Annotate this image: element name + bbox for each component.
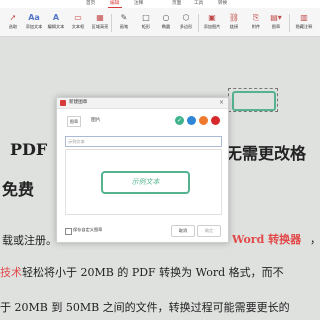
link-button[interactable]: ⛓ 链接 — [222, 10, 246, 34]
textbox-icon: ▭ — [74, 13, 82, 22]
area-highlight-button[interactable]: ▦ 区域高亮 — [88, 10, 112, 34]
area-highlight-label: 区域高亮 — [91, 24, 109, 29]
menu-bar: 首页 编辑 注释 页面 工具 转换 — [0, 0, 320, 8]
add-text-button[interactable]: Aa 添加文本 — [22, 10, 46, 34]
doc-line1-right: 无需更改格 — [226, 144, 307, 163]
stamp-preview-area: 示例文本 — [65, 149, 222, 215]
color-red-swatch[interactable] — [211, 116, 220, 125]
doc-line3-left: 载或注册。 — [2, 234, 57, 247]
add-text-label: 添加文本 — [25, 24, 43, 29]
stamp-button[interactable]: ▤▾ 图章 — [264, 10, 288, 34]
add-image-button[interactable]: ▣ 添加图片 — [200, 10, 224, 34]
close-icon[interactable]: × — [219, 99, 224, 107]
cursor-icon: ➚ — [9, 13, 17, 22]
menu-home[interactable]: 首页 — [86, 1, 95, 7]
stamp-preview: 示例文本 — [101, 171, 190, 194]
pencil-icon: ✎ — [120, 13, 128, 22]
polygon-label: 多边形 — [179, 24, 193, 29]
doc-line1-left: PDF — [10, 140, 48, 159]
toolbar-separator — [289, 14, 290, 32]
menu-convert[interactable]: 转换 — [218, 1, 227, 7]
doc-line4: 轻松将小于 20MB 的 PDF 转换为 Word 格式，而不 — [22, 266, 284, 279]
pencil-button[interactable]: ✎ 画笔 — [112, 10, 136, 34]
rectangle-icon: □ — [142, 13, 150, 22]
doc-line4-highlight: 技术 — [0, 266, 22, 279]
color-orange-swatch[interactable] — [199, 116, 208, 125]
pencil-label: 画笔 — [119, 24, 129, 29]
area-highlight-icon: ▦ — [96, 13, 104, 22]
toolbar: ➚ 选取 Aa 添加文本 A 编辑文本 ▭ 文本框 ▦ 区域高亮 ✎ 画笔 □ … — [0, 8, 320, 37]
color-blue-swatch[interactable] — [187, 116, 196, 125]
hide-annotations-button[interactable]: ▥ 隐藏注释 — [292, 10, 316, 34]
menu-tools[interactable]: 工具 — [194, 1, 203, 7]
textbox-button[interactable]: ▭ 文本框 — [66, 10, 90, 34]
placed-stamp[interactable] — [232, 91, 276, 111]
link-label: 链接 — [229, 24, 239, 29]
stamp-type-icon[interactable]: 图章 — [67, 116, 81, 127]
add-text-icon: Aa — [28, 13, 40, 22]
menu-annotate[interactable]: 注释 — [134, 1, 143, 7]
attachment-icon: ⎘ — [252, 13, 260, 22]
menu-page[interactable]: 页面 — [172, 1, 181, 7]
text-edit-icon: A — [52, 13, 60, 22]
textbox-label: 文本框 — [71, 24, 85, 29]
stamp-text-input[interactable]: 示例文本 — [65, 136, 222, 147]
app-logo-icon — [60, 100, 66, 106]
dialog-footer: 保存自定义图章 取消 确定 — [57, 223, 228, 239]
toolbar-separator — [198, 14, 199, 32]
edit-text-label: 编辑文本 — [47, 24, 65, 29]
hide-annotations-label: 隐藏注释 — [295, 24, 313, 29]
color-green-swatch[interactable]: ✓ — [175, 116, 184, 125]
doc-line3-right: Word 转换器 — [232, 233, 302, 246]
link-icon: ⛓ — [228, 13, 240, 22]
stamp-label: 图章 — [271, 24, 281, 29]
image-icon: ▣ — [208, 13, 216, 22]
doc-line5: 于 20MB 到 50MB 之间的文件，转换过程可能需要更长的 — [0, 301, 290, 314]
ellipse-icon: ○ — [162, 13, 170, 22]
confirm-button[interactable]: 确定 — [197, 225, 221, 237]
doc-line3-tail: ， — [310, 233, 320, 246]
check-icon: ✓ — [176, 117, 183, 124]
cancel-button[interactable]: 取消 — [171, 225, 195, 237]
add-image-label: 添加图片 — [203, 24, 221, 29]
stamp-type-label[interactable]: 图片 — [91, 116, 101, 125]
polygon-button[interactable]: ⬡ 多边形 — [174, 10, 198, 34]
stamp-icon: ▤▾ — [270, 13, 282, 22]
new-stamp-dialog: 新建图章 × 图章 图片 ✓ 示例文本 示例文本 保存自定义图章 取消 确定 — [56, 97, 229, 243]
dialog-title: 新建图章 — [69, 100, 88, 105]
save-stamp-label[interactable]: 保存自定义图章 — [73, 225, 102, 235]
polygon-icon: ⬡ — [182, 13, 190, 22]
doc-line2: 免费 — [2, 180, 35, 199]
edit-text-button[interactable]: A 编辑文本 — [44, 10, 68, 34]
input-placeholder: 示例文本 — [68, 139, 85, 144]
save-stamp-checkbox[interactable] — [65, 228, 72, 235]
hide-icon: ▥ — [300, 13, 308, 22]
dialog-title-bar: 新建图章 × — [57, 98, 228, 109]
